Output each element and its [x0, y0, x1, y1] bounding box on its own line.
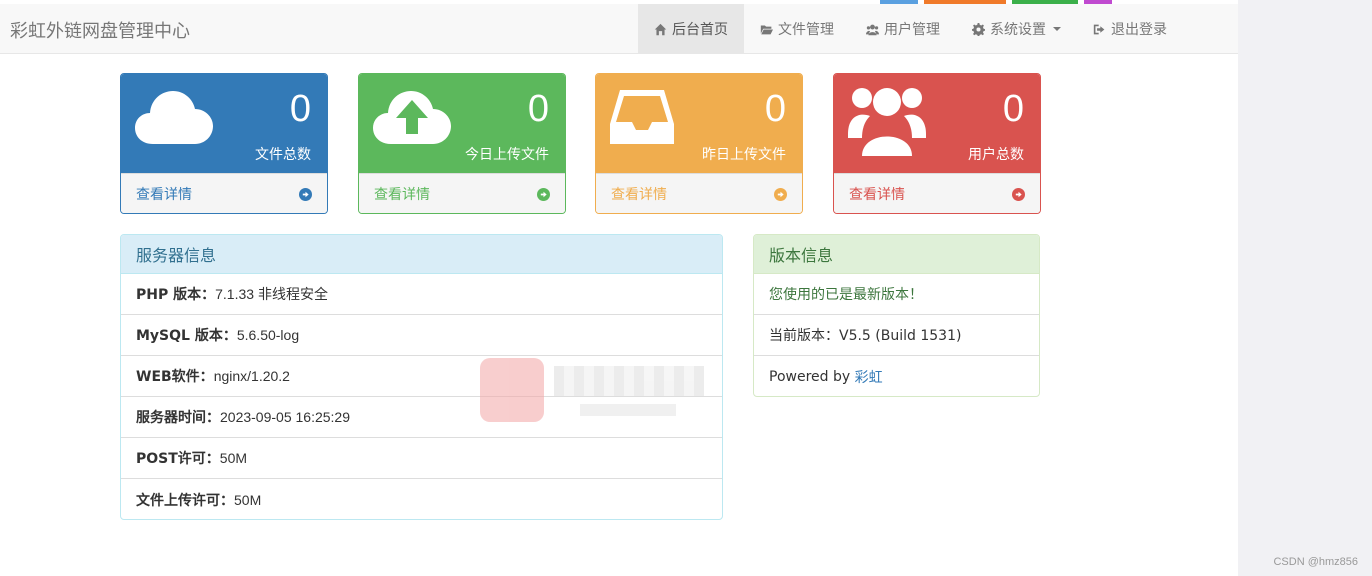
- arrow-right-circle-icon: [1012, 187, 1025, 201]
- stat-value: 0: [764, 88, 786, 130]
- current-version: 当前版本：V5.5 (Build 1531): [769, 328, 962, 344]
- row-value: 50M: [219, 450, 248, 466]
- stat-value: 0: [527, 88, 549, 130]
- version-current-row: 当前版本：V5.5 (Build 1531): [754, 315, 1039, 356]
- arrow-right-circle-icon: [774, 187, 787, 201]
- nav-item-users[interactable]: 用户管理: [850, 4, 956, 54]
- stat-panel-head: 0 昨日上传文件: [596, 74, 802, 173]
- server-row-mysql: MySQL 版本： 5.6.50-log: [121, 315, 722, 356]
- inbox-icon: [610, 86, 674, 149]
- stat-value: 0: [289, 88, 311, 130]
- row-key: WEB软件：: [136, 369, 214, 385]
- users-icon: [866, 24, 879, 35]
- users-icon: [848, 86, 926, 161]
- stat-panel-users: 0 用户总数 查看详情: [833, 73, 1041, 214]
- view-details-label: 查看详情: [374, 187, 430, 203]
- panel-title: 服务器信息: [121, 235, 722, 274]
- stat-label: 文件总数: [255, 147, 311, 163]
- arrow-right-circle-icon: [299, 187, 312, 201]
- nav-item-label: 后台首页: [672, 22, 728, 38]
- nav-item-files[interactable]: 文件管理: [744, 4, 850, 54]
- stat-panel-head: 0 用户总数: [834, 74, 1040, 173]
- nav-item-home[interactable]: 后台首页: [638, 4, 744, 54]
- csdn-watermark: CSDN @hmz856: [1273, 556, 1358, 568]
- chevron-down-icon: [1053, 27, 1061, 31]
- powered-by-row: Powered by 彩虹: [754, 356, 1039, 396]
- stat-label: 用户总数: [968, 147, 1024, 163]
- cloud-icon: [135, 86, 213, 149]
- view-details-label: 查看详情: [136, 187, 192, 203]
- watermark-text-blur: [554, 366, 704, 396]
- row-key: 服务器时间：: [136, 410, 220, 426]
- row-value: 5.6.50-log: [236, 327, 300, 343]
- view-details-link[interactable]: 查看详情: [359, 173, 565, 213]
- server-row-post: POST许可： 50M: [121, 438, 722, 479]
- navbar: 彩虹外链网盘管理中心 后台首页 文件管理 用户管理 系统设置 退出登录: [0, 4, 1238, 54]
- view-details-label: 查看详情: [611, 187, 667, 203]
- stat-panel-today-uploads: 0 今日上传文件 查看详情: [358, 73, 566, 214]
- row-value: 50M: [234, 491, 262, 508]
- nav-item-label: 用户管理: [884, 22, 940, 38]
- panel-title: 版本信息: [754, 235, 1039, 274]
- page: 彩虹外链网盘管理中心 后台首页 文件管理 用户管理 系统设置 退出登录 0 文件…: [0, 0, 1238, 576]
- stat-panel-files: 0 文件总数 查看详情: [120, 73, 328, 214]
- server-row-upload: 文件上传许可： 50M: [121, 479, 722, 519]
- nav-item-label: 文件管理: [778, 22, 834, 38]
- stat-panel-yesterday-uploads: 0 昨日上传文件 查看详情: [595, 73, 803, 214]
- home-icon: [654, 23, 667, 35]
- arrow-right-circle-icon: [537, 187, 550, 201]
- nav-item-settings[interactable]: 系统设置: [956, 4, 1077, 54]
- nav-item-label: 系统设置: [990, 22, 1046, 38]
- row-value: 2023-09-05 16:25:29: [220, 409, 350, 425]
- folder-open-icon: [760, 24, 773, 34]
- logout-icon: [1093, 24, 1105, 34]
- row-key: PHP 版本：: [136, 287, 216, 303]
- row-value: nginx/1.20.2: [213, 368, 290, 384]
- view-details-label: 查看详情: [849, 187, 905, 203]
- brand-title[interactable]: 彩虹外链网盘管理中心: [10, 17, 190, 43]
- stat-value: 0: [1002, 88, 1024, 130]
- stat-panel-head: 0 今日上传文件: [359, 74, 565, 173]
- stat-label: 昨日上传文件: [702, 147, 786, 163]
- row-key: 文件上传许可：: [136, 492, 234, 509]
- row-key: POST许可：: [136, 451, 220, 467]
- cloud-upload-icon: [373, 86, 451, 149]
- stat-label: 今日上传文件: [465, 147, 549, 163]
- row-key: MySQL 版本：: [136, 328, 237, 344]
- main-nav: 后台首页 文件管理 用户管理 系统设置 退出登录: [638, 4, 1183, 54]
- watermark-subtext-blur: [580, 404, 676, 416]
- nav-item-logout[interactable]: 退出登录: [1077, 4, 1183, 54]
- version-info-panel: 版本信息 您使用的已是最新版本！ 当前版本：V5.5 (Build 1531) …: [753, 234, 1040, 397]
- watermark-logo-icon: [480, 358, 544, 422]
- version-status-row: 您使用的已是最新版本！: [754, 274, 1039, 315]
- gear-icon: [972, 22, 985, 36]
- view-details-link[interactable]: 查看详情: [121, 173, 327, 213]
- nav-item-label: 退出登录: [1111, 22, 1167, 38]
- watermark-logo: [470, 356, 710, 426]
- version-status: 您使用的已是最新版本！: [769, 287, 923, 303]
- server-row-php: PHP 版本： 7.1.33 非线程安全: [121, 274, 722, 315]
- powered-by-prefix: Powered by: [769, 368, 855, 385]
- view-details-link[interactable]: 查看详情: [834, 173, 1040, 213]
- powered-by-link[interactable]: 彩虹: [855, 367, 883, 387]
- row-value: 7.1.33 非线程安全: [215, 286, 328, 302]
- view-details-link[interactable]: 查看详情: [596, 173, 802, 213]
- stat-panel-head: 0 文件总数: [121, 74, 327, 173]
